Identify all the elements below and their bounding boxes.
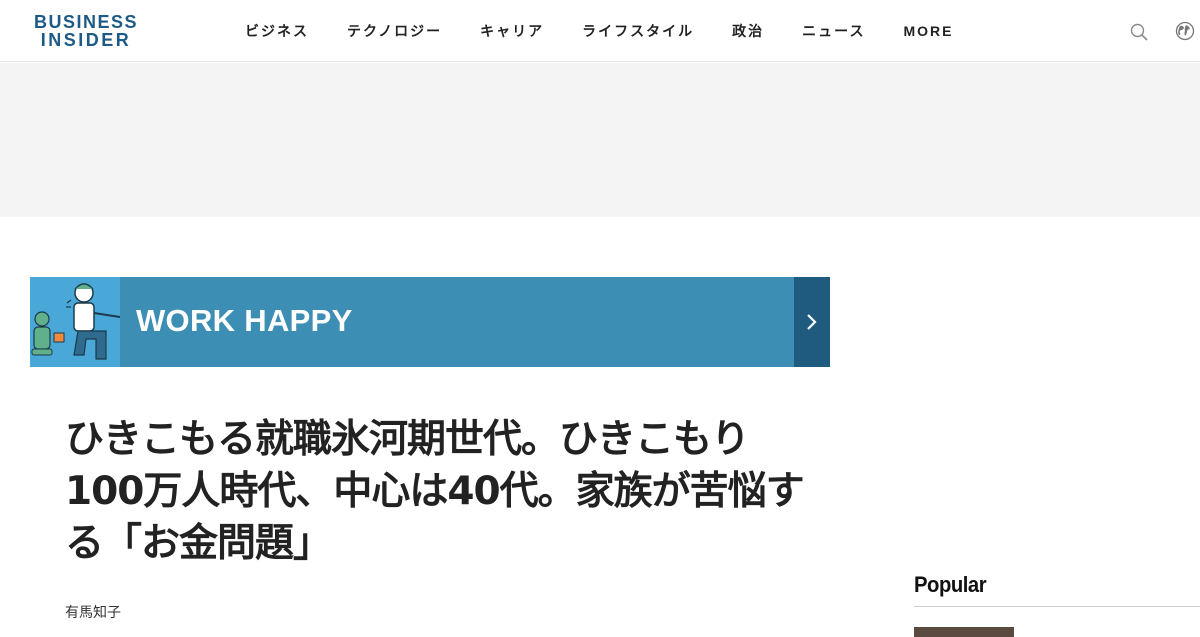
- logo-line-2: INSIDER: [40, 30, 132, 50]
- chevron-right-icon: [807, 314, 817, 330]
- nav-item-politics[interactable]: 政治: [732, 21, 764, 41]
- logo-line-1: BUSINESS: [33, 12, 139, 32]
- nav-item-technology[interactable]: テクノロジー: [347, 21, 442, 41]
- search-icon[interactable]: [1130, 23, 1148, 41]
- popular-section-title: Popular: [914, 572, 987, 597]
- people-illustration-icon: [30, 277, 120, 367]
- banner-arrow-button[interactable]: [794, 277, 830, 367]
- banner-title: WORK HAPPY: [136, 303, 353, 338]
- business-insider-logo[interactable]: BUSINESS INSIDER: [30, 13, 142, 49]
- site-header: BUSINESS INSIDER ビジネス テクノロジー キャリア ライフスタイ…: [0, 0, 1200, 62]
- advertisement-placeholder: [0, 63, 1200, 217]
- nav-item-career[interactable]: キャリア: [480, 21, 544, 41]
- globe-icon[interactable]: [1175, 21, 1195, 41]
- nav-item-news[interactable]: ニュース: [802, 21, 865, 41]
- nav-item-more[interactable]: MORE: [903, 23, 953, 39]
- work-happy-banner[interactable]: WORK HAPPY: [30, 277, 830, 367]
- banner-illustration: [30, 277, 120, 367]
- nav-item-lifestyle[interactable]: ライフスタイル: [582, 21, 694, 41]
- article-headline: ひきこもる就職氷河期世代。ひきこもり100万人時代、中心は40代。家族が苦悩する…: [65, 417, 805, 566]
- popular-divider: [914, 606, 1200, 607]
- main-nav: ビジネス テクノロジー キャリア ライフスタイル 政治 ニュース MORE: [226, 0, 972, 62]
- popular-article-thumbnail[interactable]: [914, 627, 1014, 637]
- article-author[interactable]: 有馬知子: [65, 602, 121, 622]
- nav-item-business[interactable]: ビジネス: [245, 21, 309, 41]
